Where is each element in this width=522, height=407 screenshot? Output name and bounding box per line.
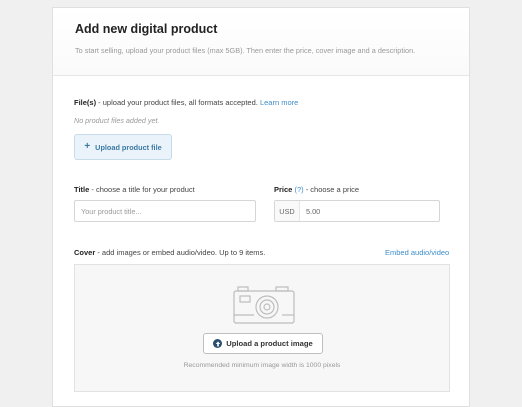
upload-product-file-button[interactable]: + Upload product file bbox=[74, 134, 172, 160]
cover-label-bold: Cover bbox=[74, 248, 96, 257]
upload-product-file-label: Upload product file bbox=[95, 142, 162, 152]
price-label-bold: Price bbox=[274, 185, 293, 194]
title-input[interactable]: Your product title... bbox=[74, 200, 256, 222]
title-label-bold: Title bbox=[74, 185, 90, 194]
title-placeholder: Your product title... bbox=[81, 206, 142, 216]
price-label-text: - choose a price bbox=[303, 185, 360, 194]
camera-icon bbox=[233, 286, 295, 324]
upload-arrow-icon bbox=[213, 339, 223, 348]
title-label-text: - choose a title for your product bbox=[89, 185, 195, 194]
title-label: Title - choose a title for your product bbox=[74, 185, 195, 194]
plus-icon: + bbox=[84, 141, 91, 152]
price-value: 5.00 bbox=[306, 206, 321, 216]
embed-audio-video-link[interactable]: Embed audio/video bbox=[385, 248, 449, 257]
price-help-link[interactable]: (?) bbox=[294, 185, 303, 194]
currency-label: USD bbox=[275, 201, 300, 221]
card-header: Add new digital product To start selling… bbox=[53, 8, 469, 76]
cover-label: Cover - add images or embed audio/video.… bbox=[74, 248, 265, 257]
upload-product-image-label: Upload a product image bbox=[226, 339, 313, 348]
page-subtitle: To start selling, upload your product fi… bbox=[75, 46, 416, 55]
files-label-text: - upload your product files, all formats… bbox=[96, 98, 260, 107]
image-width-hint: Recommended minimum image width is 1000 … bbox=[183, 362, 341, 369]
files-label-bold: File(s) bbox=[74, 98, 97, 107]
cover-dropzone[interactable]: Upload a product image Recommended minim… bbox=[74, 264, 450, 392]
files-label: File(s) - upload your product files, all… bbox=[74, 98, 298, 107]
page-title: Add new digital product bbox=[75, 22, 218, 36]
price-label: Price (?) - choose a price bbox=[274, 185, 359, 194]
price-input[interactable]: USD 5.00 bbox=[274, 200, 440, 222]
cover-label-text: - add images or embed audio/video. Up to… bbox=[95, 248, 266, 257]
learn-more-link[interactable]: Learn more bbox=[260, 98, 298, 107]
product-card: Add new digital product To start selling… bbox=[52, 7, 470, 407]
upload-product-image-button[interactable]: Upload a product image bbox=[203, 333, 323, 354]
no-files-text: No product files added yet. bbox=[74, 116, 160, 125]
